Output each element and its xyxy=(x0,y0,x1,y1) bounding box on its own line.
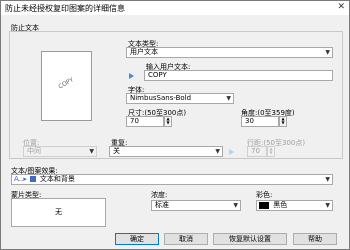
font-select[interactable]: NimbusSans-Bold ▼ xyxy=(126,93,234,104)
repeat-value: 关 xyxy=(113,147,120,155)
user-text-value: COPY xyxy=(148,71,167,79)
restore-defaults-button[interactable]: 恢复默认设置 xyxy=(213,233,287,245)
text-pattern-effect-select[interactable]: A...▸ 文本和背景 ▼ xyxy=(11,174,333,185)
size-spinner[interactable]: ▲ ▼ xyxy=(164,116,172,127)
arrow-right-icon xyxy=(129,73,134,79)
angle-spinner[interactable]: ▲ ▼ xyxy=(279,116,287,127)
preview-paper: COPY xyxy=(41,51,92,121)
text-effect-icon: A...▸ xyxy=(14,175,27,183)
size-value: 70 xyxy=(130,117,139,125)
text-type-select[interactable]: 用户文本 ▼ xyxy=(126,47,333,58)
chevron-down-icon: ▼ xyxy=(325,202,330,209)
user-text-input[interactable]: COPY xyxy=(144,70,333,81)
color-select[interactable]: 黑色 ▼ xyxy=(256,200,333,211)
angle-input[interactable]: 30 xyxy=(241,116,279,127)
cancel-button[interactable]: 取消 xyxy=(164,233,208,245)
background-pattern-icon xyxy=(29,176,36,182)
dialog-window: 防止未经授权复印图案的详细信息 ✕ 防止文本 COPY 文本类型: 用户文本 ▼… xyxy=(0,0,350,250)
color-swatch xyxy=(259,201,269,209)
chevron-down-icon: ▼ xyxy=(89,148,94,155)
close-icon[interactable]: ✕ xyxy=(337,2,345,12)
line-spacing-input[interactable]: 70 xyxy=(247,146,267,157)
ok-button[interactable]: 确定 xyxy=(115,233,159,245)
font-value: NimbusSans-Bold xyxy=(130,94,192,102)
color-value: 黑色 xyxy=(273,201,288,209)
line-spacing-spinner[interactable]: ▲ ▼ xyxy=(267,146,275,157)
chevron-down-icon: ▼ xyxy=(325,49,330,56)
density-value: 标准 xyxy=(155,201,169,209)
preview-watermark: COPY xyxy=(57,76,75,91)
help-button[interactable]: 帮助 xyxy=(293,233,337,245)
size-input[interactable]: 70 xyxy=(126,116,164,127)
color-label: 彩色: xyxy=(256,191,273,199)
pattern-type-box[interactable]: 无 xyxy=(11,198,106,227)
window-title: 防止未经授权复印图案的详细信息 xyxy=(5,4,125,13)
title-bar: 防止未经授权复印图案的详细信息 ✕ xyxy=(1,1,349,15)
position-value: 中间 xyxy=(27,147,41,155)
density-label: 浓度: xyxy=(151,191,168,199)
repeat-select[interactable]: 关 ▼ xyxy=(109,146,223,157)
chevron-down-icon: ▼ xyxy=(226,95,231,102)
position-select[interactable]: 中间 ▼ xyxy=(23,146,97,157)
pattern-type-value: 无 xyxy=(55,208,62,216)
chevron-down-icon: ▼ xyxy=(233,202,238,209)
angle-value: 30 xyxy=(245,117,254,125)
arrow-right-icon xyxy=(229,149,234,155)
chevron-down-icon: ▼ xyxy=(325,176,330,183)
text-type-value: 用户文本 xyxy=(130,48,158,56)
line-spacing-value: 70 xyxy=(251,147,260,155)
density-select[interactable]: 标准 ▼ xyxy=(151,200,241,211)
chevron-down-icon: ▼ xyxy=(215,148,220,155)
text-pattern-effect-value: 文本和背景 xyxy=(39,175,75,183)
